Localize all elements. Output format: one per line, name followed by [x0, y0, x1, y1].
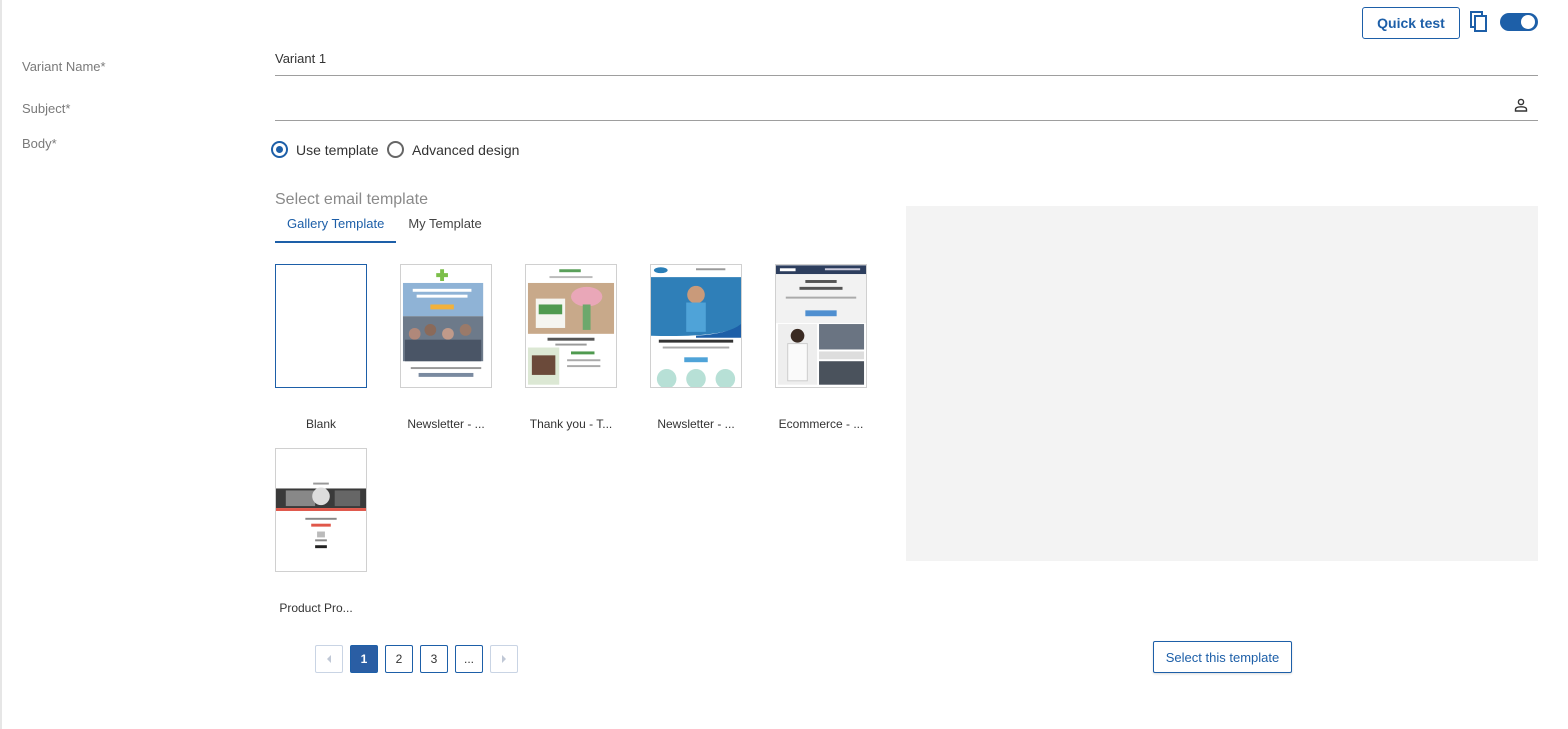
pager-page-2[interactable]: 2	[385, 645, 413, 673]
tab-gallery-template[interactable]: Gallery Template	[275, 208, 397, 243]
template-card-blank[interactable]	[275, 264, 367, 388]
subject-label: Subject*	[22, 101, 71, 116]
template-card-newsletter-1[interactable]	[400, 264, 492, 388]
template-card-ecommerce[interactable]	[775, 264, 867, 388]
radio-unchecked-icon	[387, 141, 404, 158]
template-name: Ecommerce - ...	[778, 417, 864, 431]
template-thumbnail	[276, 449, 366, 571]
template-card-thank-you[interactable]	[525, 264, 617, 388]
template-card-product-promo[interactable]	[275, 448, 367, 572]
use-template-label: Use template	[296, 141, 379, 158]
template-thumbnail	[776, 265, 866, 387]
template-name: Newsletter - ...	[407, 417, 485, 431]
subject-input[interactable]	[275, 93, 1495, 108]
template-card-newsletter-2[interactable]	[650, 264, 742, 388]
pager-next-button[interactable]	[490, 645, 518, 673]
body-label: Body*	[22, 136, 57, 151]
variant-name-label: Variant Name*	[22, 59, 106, 74]
radio-checked-icon	[271, 141, 288, 158]
chevron-right-icon	[502, 655, 506, 663]
person-icon[interactable]	[1514, 98, 1528, 112]
toggle-knob	[1521, 15, 1535, 29]
subject-field-wrap	[275, 93, 1538, 121]
tab-my-template[interactable]: My Template	[396, 208, 493, 243]
template-name: Thank you - T...	[529, 417, 613, 431]
use-template-radio[interactable]: Use template	[271, 141, 378, 158]
template-preview-panel	[906, 206, 1538, 561]
variant-toggle[interactable]	[1500, 13, 1538, 31]
template-name: Newsletter - ...	[657, 417, 735, 431]
chevron-left-icon	[327, 655, 331, 663]
pager-page-3[interactable]: 3	[420, 645, 448, 673]
pager-ellipsis[interactable]: ...	[455, 645, 483, 673]
template-tabs: Gallery Template My Template	[275, 208, 494, 243]
pager-prev-button[interactable]	[315, 645, 343, 673]
advanced-design-radio[interactable]: Advanced design	[387, 141, 519, 158]
variant-name-field-wrap	[275, 51, 1538, 76]
quick-test-button[interactable]: Quick test	[1362, 7, 1460, 39]
template-thumbnail	[401, 265, 491, 387]
copy-icon[interactable]	[1469, 11, 1489, 33]
advanced-design-label: Advanced design	[412, 141, 520, 158]
select-template-title: Select email template	[275, 191, 428, 208]
select-this-template-button[interactable]: Select this template	[1153, 641, 1292, 673]
template-name: Blank	[305, 417, 337, 431]
variant-name-input[interactable]	[275, 51, 1538, 66]
pager-page-1[interactable]: 1	[350, 645, 378, 673]
template-name: Product Pro...	[279, 601, 353, 615]
template-thumbnail	[651, 265, 741, 387]
template-thumbnail	[526, 265, 616, 387]
left-frame-divider	[0, 0, 2, 729]
